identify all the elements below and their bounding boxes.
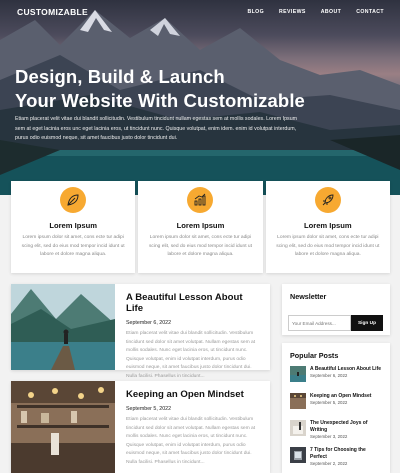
- popular-post-item[interactable]: 7 Tips for Choosing the Perfect Septembe…: [290, 447, 382, 473]
- popular-post-item[interactable]: The Unexpected Joys of Writing September…: [290, 420, 382, 447]
- popular-post-text: The Unexpected Joys of Writing September…: [310, 420, 382, 440]
- feature-title: Lorem Ipsum: [49, 221, 97, 230]
- post-card: A Beautiful Lesson About Life September …: [11, 284, 270, 379]
- feature-text: Lorem ipsum dolor sit amet, cons ecte tu…: [148, 235, 252, 258]
- email-input[interactable]: [288, 315, 351, 331]
- post-date: September 5, 2022: [126, 406, 172, 412]
- popular-post-date: September 3, 2022: [310, 434, 348, 439]
- newsletter-widget: Newsletter Sign Up: [282, 284, 390, 335]
- feature-title: Lorem Ipsum: [303, 221, 352, 230]
- popular-post-title[interactable]: Keeping an Open Mindset: [310, 393, 371, 400]
- nav-item-blog[interactable]: BLOG: [247, 9, 264, 15]
- post-date: September 6, 2022: [126, 320, 172, 326]
- site-logo[interactable]: CUSTOMIZABLE: [17, 7, 88, 17]
- feature-text: Lorem ipsum dolor sit amet, cons ecte tu…: [21, 235, 125, 258]
- feature-cards: Lorem Ipsum Lorem ipsum dolor sit amet, …: [11, 181, 390, 273]
- feature-card: Lorem Ipsum Lorem ipsum dolor sit amet, …: [11, 181, 136, 273]
- newsletter-title: Newsletter: [290, 292, 327, 301]
- hero-title-line-2: Your Website With Customizable: [15, 90, 305, 111]
- popular-posts-list: A Beautiful Lesson About Life September …: [282, 360, 390, 473]
- main-nav: BLOG REVIEWS ABOUT CONTACT: [232, 9, 384, 15]
- popular-post-date: September 5, 2022: [310, 400, 348, 405]
- hero-section: CUSTOMIZABLE BLOG REVIEWS ABOUT CONTACT …: [0, 0, 400, 195]
- post-title[interactable]: Keeping an Open Mindset: [126, 389, 261, 400]
- popular-post-text: Keeping an Open Mindset September 5, 202…: [310, 393, 371, 406]
- post-body: A Beautiful Lesson About Life September …: [115, 284, 270, 379]
- popular-post-text: 7 Tips for Choosing the Perfect Septembe…: [310, 447, 382, 467]
- hero-title-line-1: Design, Build & Launch: [15, 66, 225, 87]
- popular-post-thumbnail[interactable]: [290, 447, 306, 463]
- feature-title: Lorem Ipsum: [176, 221, 225, 230]
- popular-post-thumbnail[interactable]: [290, 366, 306, 382]
- feature-card: Lorem Ipsum Lorem ipsum dolor sit amet, …: [138, 181, 263, 273]
- post-title[interactable]: A Beautiful Lesson About Life: [126, 292, 261, 314]
- popular-post-title[interactable]: 7 Tips for Choosing the Perfect: [310, 447, 382, 461]
- popular-post-item[interactable]: Keeping an Open Mindset September 5, 202…: [290, 393, 382, 420]
- popular-post-date: September 6, 2022: [310, 373, 348, 378]
- feature-card: Lorem Ipsum Lorem ipsum dolor sit amet, …: [265, 181, 390, 273]
- rocket-icon: [314, 187, 341, 213]
- sign-up-button[interactable]: Sign Up: [351, 315, 383, 331]
- nav-item-about[interactable]: ABOUT: [321, 9, 341, 15]
- top-navigation-bar: CUSTOMIZABLE BLOG REVIEWS ABOUT CONTACT: [0, 0, 400, 26]
- popular-post-title[interactable]: A Beautiful Lesson About Life: [310, 366, 381, 373]
- post-body: Keeping an Open Mindset September 5, 202…: [115, 381, 270, 473]
- feature-text: Lorem ipsum dolor sit amet, cons ecte tu…: [276, 235, 380, 258]
- hero-title: Design, Build & Launch Your Website With…: [15, 65, 395, 113]
- popular-post-item[interactable]: A Beautiful Lesson About Life September …: [290, 366, 382, 393]
- post-thumbnail[interactable]: [11, 284, 115, 370]
- popular-post-title[interactable]: The Unexpected Joys of Writing: [310, 420, 382, 434]
- popular-posts-widget: Popular Posts A Beautiful Lesson About L…: [282, 343, 390, 473]
- popular-posts-title: Popular Posts: [290, 351, 339, 360]
- popular-post-text: A Beautiful Lesson About Life September …: [310, 366, 381, 379]
- post-thumbnail[interactable]: [11, 381, 115, 473]
- post-excerpt: Etiam placerat velit vitae dui blandit s…: [126, 331, 256, 379]
- newsletter-form: Sign Up: [288, 315, 390, 331]
- chart-icon: [187, 187, 214, 213]
- post-card: Keeping an Open Mindset September 5, 202…: [11, 381, 270, 473]
- popular-post-thumbnail[interactable]: [290, 393, 306, 409]
- post-excerpt: Etiam placerat velit vitae dui blandit s…: [126, 417, 256, 465]
- popular-post-thumbnail[interactable]: [290, 420, 306, 436]
- hero-lead-text: Etiam placerat velit vitae dui blandit s…: [15, 116, 298, 141]
- nav-item-reviews[interactable]: REVIEWS: [279, 9, 306, 15]
- leaf-icon: [60, 187, 87, 213]
- nav-item-contact[interactable]: CONTACT: [356, 9, 384, 15]
- popular-post-date: September 2, 2022: [310, 461, 348, 466]
